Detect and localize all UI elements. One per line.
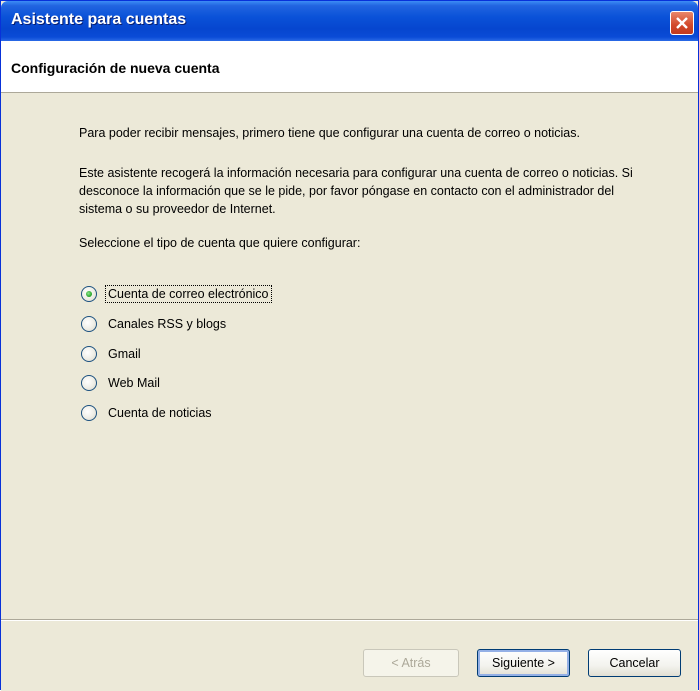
window-title: Asistente para cuentas <box>11 11 187 28</box>
close-button[interactable] <box>670 11 694 35</box>
wizard-footer: < Atrás Siguiente > Cancelar <box>1 621 698 691</box>
radio-button[interactable] <box>81 405 97 421</box>
next-button[interactable]: Siguiente > <box>477 649 570 677</box>
radio-label: Canales RSS y blogs <box>108 317 227 331</box>
wizard-header: Configuración de nueva cuenta <box>1 41 698 93</box>
radio-label: Cuenta de noticias <box>108 406 212 420</box>
radio-label: Cuenta de correo electrónico <box>105 285 272 303</box>
intro-text: Para poder recibir mensajes, primero tie… <box>79 126 580 140</box>
title-bar: Asistente para cuentas <box>1 1 698 41</box>
page-title: Configuración de nueva cuenta <box>11 60 220 76</box>
radio-web-mail[interactable]: Web Mail <box>81 372 160 394</box>
radio-email-account[interactable]: Cuenta de correo electrónico <box>81 283 272 305</box>
radio-rss-feeds[interactable]: Canales RSS y blogs <box>81 313 226 335</box>
radio-label: Web Mail <box>108 376 160 390</box>
back-button[interactable]: < Atrás <box>363 649 459 677</box>
radio-button[interactable] <box>81 375 97 391</box>
radio-button[interactable] <box>81 316 97 332</box>
radio-news-account[interactable]: Cuenta de noticias <box>81 402 212 424</box>
radio-gmail[interactable]: Gmail <box>81 343 141 365</box>
radio-label: Gmail <box>108 347 141 361</box>
prompt-text: Seleccione el tipo de cuenta que quiere … <box>79 236 361 250</box>
close-icon <box>676 17 688 29</box>
wizard-content: Para poder recibir mensajes, primero tie… <box>1 93 698 619</box>
description-text: Este asistente recogerá la información n… <box>79 166 633 216</box>
cancel-button[interactable]: Cancelar <box>588 649 681 677</box>
radio-button[interactable] <box>81 286 97 302</box>
account-wizard-dialog: Asistente para cuentas Configuración de … <box>0 0 699 691</box>
radio-button[interactable] <box>81 346 97 362</box>
